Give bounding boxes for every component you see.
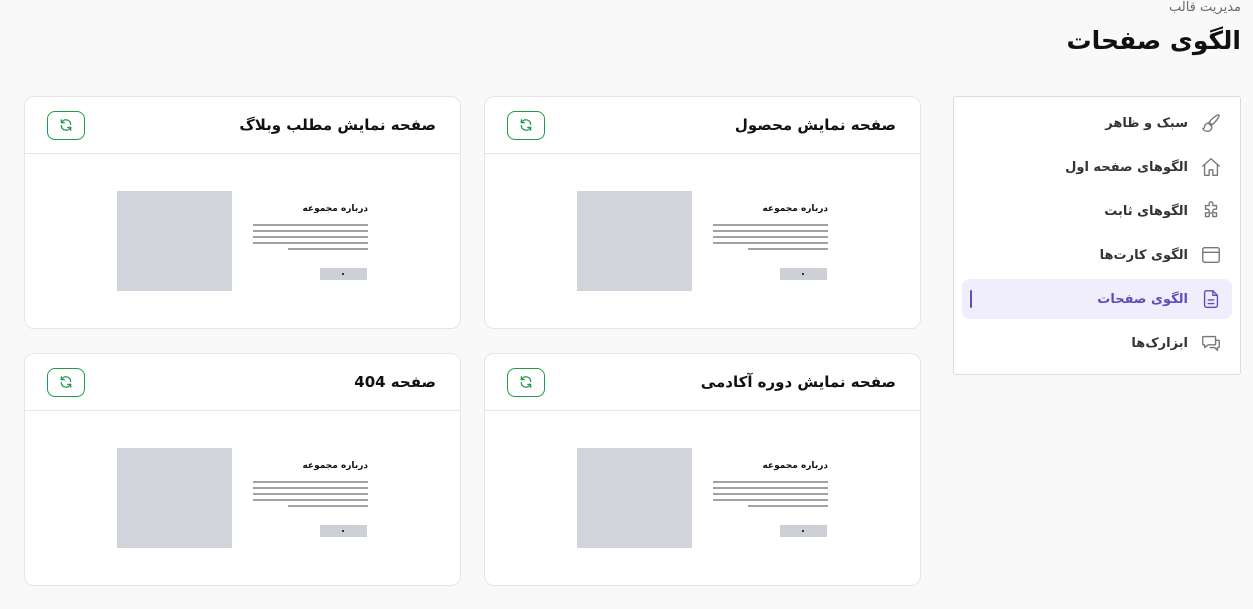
sidebar-item-page-templates[interactable]: الگوی صفحات [962,279,1232,319]
sidebar-item-widgets[interactable]: ابزارک‌ها [962,323,1232,363]
refresh-button[interactable] [47,367,85,397]
page-title: الگوی صفحات [1066,26,1241,55]
sidebar-item-label: الگوهای صفحه اول [1065,159,1188,175]
refresh-icon [520,376,532,388]
card-title: صفحه نمایش مطلب وبلاگ [239,116,436,134]
card-header: صفحه نمایش دوره آکادمی [485,354,920,411]
puzzle-icon [1196,196,1226,226]
sidebar-item-label: الگوی کارت‌ها [1099,247,1188,263]
template-card-academy-course: صفحه نمایش دوره آکادمی درباره مجموعه [484,353,921,586]
sidebar-item-label: الگوی صفحات [1097,291,1188,307]
template-card-blog-post: صفحه نمایش مطلب وبلاگ درباره مجموعه [24,96,461,329]
preview-title: درباره مجموعه [302,204,368,214]
image-placeholder [577,191,692,291]
preview-button-placeholder [780,525,827,537]
sidebar-item-home-templates[interactable]: الگوهای صفحه اول [962,147,1232,187]
brush-icon [1196,108,1226,138]
card-title: صفحه نمایش دوره آکادمی [700,373,896,391]
breadcrumb[interactable]: مدیریت قالب [1169,0,1241,15]
preview-text-block: درباره مجموعه [253,461,368,511]
refresh-icon [520,119,532,131]
preview-title: درباره مجموعه [302,461,368,471]
card-header: صفحه نمایش محصول [485,97,920,154]
chat-bubbles-icon [1196,328,1226,358]
refresh-button[interactable] [507,367,545,397]
template-card-product: صفحه نمایش محصول درباره مجموعه [484,96,921,329]
document-icon [1196,284,1226,314]
refresh-icon [60,119,72,131]
card-header: صفحه نمایش مطلب وبلاگ [25,97,460,154]
image-placeholder [117,448,232,548]
sidebar-item-style[interactable]: سبک و ظاهر [962,103,1232,143]
preview-title: درباره مجموعه [762,461,828,471]
preview-text-block: درباره مجموعه [713,204,828,254]
preview-text-block: درباره مجموعه [713,461,828,511]
image-placeholder [577,448,692,548]
browser-window-icon [1196,240,1226,270]
sidebar-item-label: سبک و ظاهر [1105,115,1188,131]
card-preview: درباره مجموعه [25,411,460,586]
preview-button-placeholder [320,268,367,280]
card-title: صفحه نمایش محصول [734,116,896,134]
refresh-icon [60,376,72,388]
home-icon [1196,152,1226,182]
sidebar-item-label: ابزارک‌ها [1131,335,1188,351]
sidebar-item-label: الگوهای ثابت [1104,203,1188,219]
sidebar-item-card-templates[interactable]: الگوی کارت‌ها [962,235,1232,275]
refresh-button[interactable] [47,110,85,140]
sidebar: سبک و ظاهر الگوهای صفحه اول الگوهای ثابت… [953,96,1241,375]
card-header: صفحه 404 [25,354,460,411]
image-placeholder [117,191,232,291]
template-card-404: صفحه 404 درباره مجموعه [24,353,461,586]
preview-button-placeholder [320,525,367,537]
preview-text-block: درباره مجموعه [253,204,368,254]
preview-title: درباره مجموعه [762,204,828,214]
card-preview: درباره مجموعه [485,154,920,329]
refresh-button[interactable] [507,110,545,140]
card-title: صفحه 404 [354,373,436,391]
card-preview: درباره مجموعه [485,411,920,586]
sidebar-item-fixed-templates[interactable]: الگوهای ثابت [962,191,1232,231]
card-preview: درباره مجموعه [25,154,460,329]
preview-button-placeholder [780,268,827,280]
